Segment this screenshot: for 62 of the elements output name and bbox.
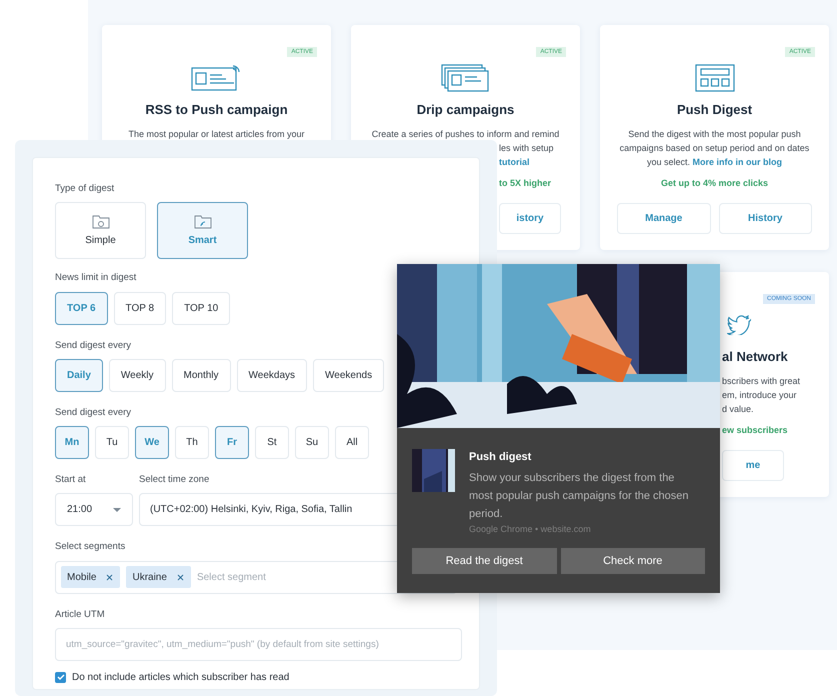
notification-title: Push digest [469, 450, 532, 465]
card-highlight: ew subscribers [722, 424, 788, 436]
card-button[interactable]: Manage [617, 203, 710, 234]
field-label: Article UTM [55, 608, 106, 622]
stacked-cards-icon [440, 64, 490, 92]
notification-body: Show your subscribers the digest from the most popular push campaigns for the chosen period. [469, 470, 690, 522]
folder-gear-icon [92, 214, 110, 229]
card-description: bscribers with great [722, 374, 800, 388]
segment-placeholder: Select segment [196, 570, 266, 584]
field-label: Select segments [55, 540, 126, 554]
field-label: News limit in digest [55, 271, 138, 286]
card-description: les with setup [499, 142, 554, 154]
remove-icon[interactable] [176, 572, 185, 582]
start-time-select[interactable]: 21:00 [55, 493, 133, 526]
remove-icon[interactable] [105, 572, 114, 582]
notification-button[interactable]: Read the digest [412, 548, 556, 574]
option-button[interactable]: Weekends [313, 358, 384, 392]
option-button[interactable]: Th [175, 426, 209, 459]
chip-label: Ukraine [132, 570, 167, 584]
field-label: Send digest every [55, 406, 132, 420]
card-button[interactable]: istory [499, 203, 561, 234]
option-button[interactable]: TOP 8 [114, 292, 166, 324]
folder-rss-icon [194, 214, 212, 229]
option-button[interactable]: Su [295, 426, 329, 459]
card-title: Drip campaigns [416, 101, 514, 119]
checkbox-label: Do not include articles which subscriber has read [72, 670, 290, 685]
option-button[interactable]: Weekly [108, 358, 166, 392]
card-description: Send the digest with the most popular push campaigns based on setup period and on dates you select. More info in our blog [618, 128, 810, 168]
card-description: em, introduce your [722, 388, 797, 402]
blog-link[interactable]: More info in our blog [692, 156, 782, 166]
field-label: Start at [55, 473, 87, 487]
field-label: Send digest every [55, 338, 132, 352]
card-description: The most popular or latest articles from your [128, 128, 305, 140]
notification-button[interactable]: Check more [560, 548, 705, 574]
option-button[interactable]: Monthly [172, 358, 231, 392]
option-button[interactable]: St [255, 426, 289, 459]
option-button[interactable]: Tu [95, 426, 129, 459]
rss-card-icon [190, 64, 242, 92]
tutorial-link[interactable]: tutorial [499, 154, 530, 168]
option-button[interactable]: All [335, 426, 369, 459]
checkbox[interactable] [55, 672, 66, 683]
bird-icon [727, 315, 751, 335]
option-button[interactable]: TOP 10 [172, 292, 230, 324]
notification-source: Google Chrome • website.com [469, 522, 592, 536]
digest-type-tile[interactable]: Simple [55, 202, 146, 260]
utm-input[interactable]: utm_source="gravitec", utm_medium="push" (by default from site settings) [55, 628, 462, 661]
card-highlight: Get up to 4% more clicks [660, 176, 768, 190]
card-description: Create a series of pushes to inform and remind [372, 128, 560, 140]
option-button[interactable]: Weekdays [236, 358, 308, 392]
digest-layout-icon [694, 64, 734, 92]
card-title: Push Digest [676, 101, 752, 119]
card-title: RSS to Push campaign [145, 101, 288, 119]
field-label: Select time zone [139, 473, 210, 487]
chip-label: Mobile [67, 570, 96, 584]
caret-icon [113, 508, 121, 512]
field-label: Type of digest [55, 182, 116, 196]
card-highlight: to 5X higher [499, 176, 552, 190]
check-icon [56, 674, 64, 680]
card-button[interactable]: me [722, 450, 784, 481]
card-description: d value. [722, 402, 754, 416]
card-button[interactable]: History [718, 203, 812, 234]
card-title: al Network [722, 348, 788, 366]
